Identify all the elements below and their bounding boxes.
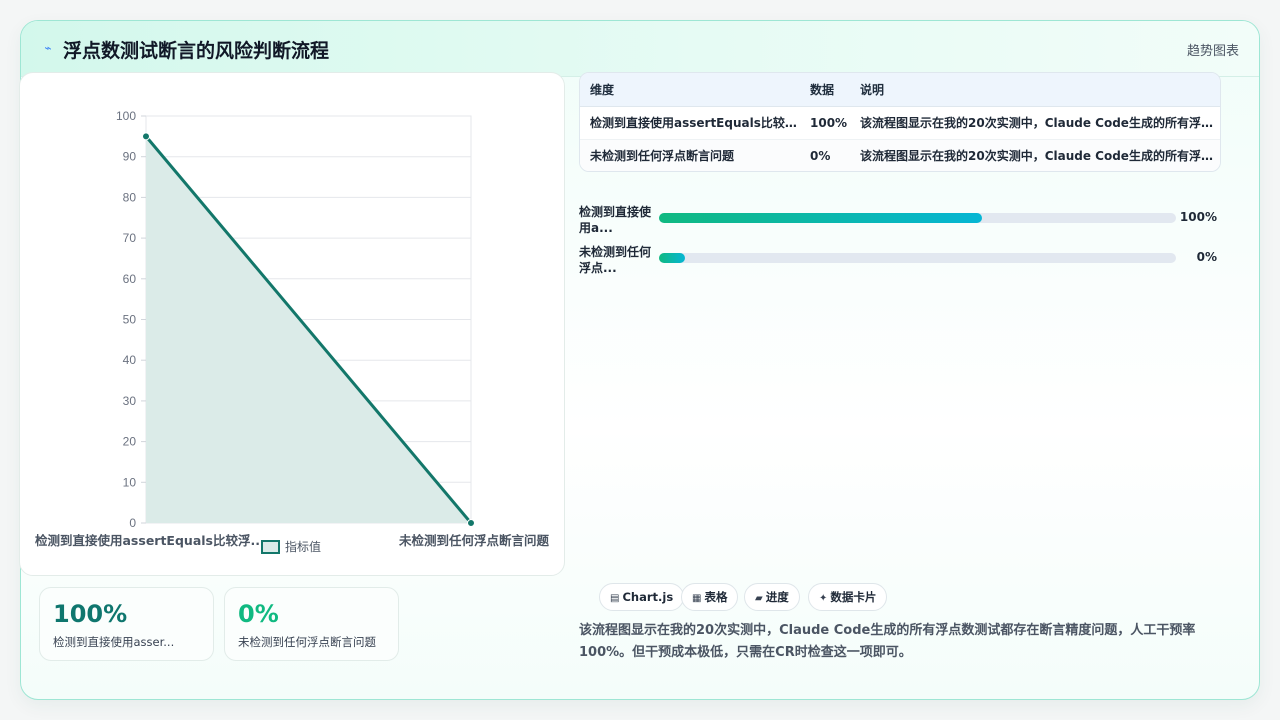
y-tick-label: 50: [123, 313, 137, 327]
y-tick-label: 10: [123, 475, 137, 489]
table-cell: 该流程图显示在我的20次实测中，Claude Code生成的所有浮点...: [850, 106, 1220, 140]
progress-value: 100%: [1179, 210, 1217, 224]
y-tick-label: 30: [123, 394, 137, 408]
table-cell: 检测到直接使用assertEquals比较浮...: [580, 106, 800, 140]
progress-label: 检测到直接使用a...: [579, 205, 652, 235]
y-tick-label: 90: [123, 150, 137, 164]
tag-label: Chart.js: [622, 590, 674, 604]
y-tick-label: 80: [123, 190, 137, 204]
y-tick-label: 0: [129, 516, 136, 530]
tag-table[interactable]: ▦ 表格: [681, 583, 739, 611]
trend-chart-link[interactable]: 趋势图表: [1187, 40, 1239, 59]
legend-swatch: [261, 540, 280, 554]
table-row: 检测到直接使用assertEquals比较浮... 100% 该流程图显示在我的…: [580, 106, 1220, 140]
table-header-dimension: 维度: [580, 73, 800, 107]
tag-label: 数据卡片: [830, 590, 877, 604]
table-icon: ▦: [692, 593, 702, 604]
chart-panel: 0 10 20 30 40 50 60 70 80 90 100 检测到直接使用assertEqual…: [19, 72, 565, 576]
table-header-row: 维度 数据 说明: [580, 73, 1220, 107]
chart-icon: ▤: [610, 593, 620, 604]
tag-chartjs[interactable]: ▤ Chart.js: [599, 583, 685, 611]
sparkle-icon: ✦: [819, 593, 828, 604]
kpi-card-detected: 100% 检测到直接使用asser...: [39, 587, 214, 661]
lightning-icon: ⌁: [44, 41, 52, 55]
y-tick-label: 20: [123, 435, 137, 449]
progress-value: 0%: [1196, 250, 1217, 264]
tag-label: 进度: [765, 590, 789, 604]
x-tick-label: 检测到直接使用assertEquals比较浮...: [35, 533, 265, 548]
card-header: ⌁ 浮点数测试断言的风险判断流程 趋势图表: [21, 21, 1259, 77]
table-cell: 0%: [800, 139, 850, 171]
x-tick-label: 未检测到任何浮点断言问题: [398, 533, 550, 548]
data-point: [142, 132, 150, 141]
table-row: 未检测到任何浮点断言问题 0% 该流程图显示在我的20次实测中，Claude C…: [580, 139, 1220, 171]
tag-data-card[interactable]: ✦ 数据卡片: [808, 583, 888, 611]
progress-row-detected: 检测到直接使用a... 100%: [579, 204, 1221, 238]
progress-track: [659, 253, 1176, 263]
description-text: 该流程图显示在我的20次实测中，Claude Code生成的所有浮点数测试都存在…: [579, 623, 1196, 660]
progress-icon: ▰: [755, 593, 763, 604]
table-cell: 100%: [800, 106, 850, 140]
tag-label: 表格: [704, 590, 728, 604]
kpi-card-not-detected: 0% 未检测到任何浮点断言问题: [224, 587, 399, 661]
kpi-value: 0%: [238, 600, 279, 628]
tag-progress[interactable]: ▰ 进度: [744, 583, 800, 611]
data-point: [467, 519, 475, 527]
progress-fill: [659, 253, 685, 263]
progress-label: 未检测到任何浮点...: [579, 245, 652, 275]
progress-fill: [659, 213, 983, 223]
kpi-label: 检测到直接使用asser...: [53, 635, 175, 649]
table-header-data: 数据: [800, 73, 850, 107]
kpi-value: 100%: [53, 600, 128, 628]
y-tick-label: 70: [123, 231, 137, 245]
progress-row-not-detected: 未检测到任何浮点... 0%: [579, 244, 1221, 278]
kpi-label: 未检测到任何浮点断言问题: [238, 635, 376, 649]
table-cell: 该流程图显示在我的20次实测中，Claude Code生成的所有浮点...: [850, 139, 1220, 171]
y-tick-label: 100: [116, 109, 136, 123]
page-title: 浮点数测试断言的风险判断流程: [63, 40, 330, 62]
data-table: 维度 数据 说明 检测到直接使用assertEquals比较浮... 100% …: [579, 72, 1221, 172]
progress-track: [659, 213, 1176, 223]
legend-label: 指标值: [285, 539, 321, 554]
table-header-description: 说明: [850, 73, 1220, 107]
y-tick-label: 60: [123, 272, 137, 286]
area-chart: 0 10 20 30 40 50 60 70 80 90 100 检测到直接使用assertEqual…: [35, 109, 550, 554]
table-cell: 未检测到任何浮点断言问题: [580, 139, 800, 171]
y-tick-label: 40: [123, 353, 137, 367]
